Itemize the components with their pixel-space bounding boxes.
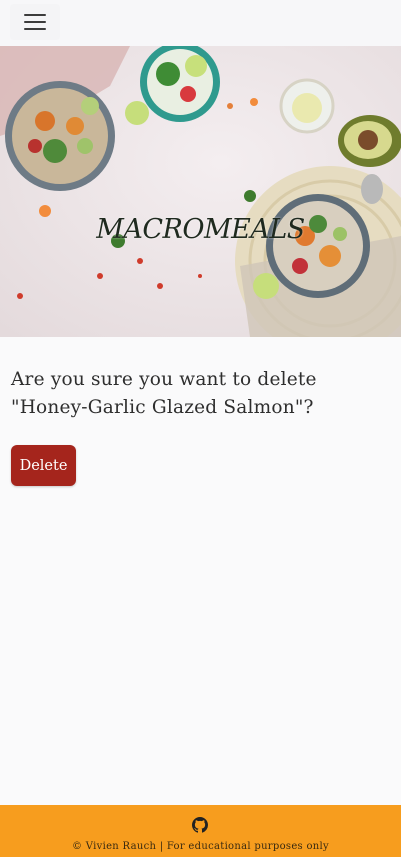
page: MACROMEALS Are you sure you want to dele… [0,0,401,857]
footer-copyright: © Vivien Rauch | For educational purpose… [72,841,329,852]
navbar [0,0,401,46]
delete-confirmation: Are you sure you want to delete "Honey-G… [11,366,391,486]
hamburger-menu-icon[interactable] [10,4,60,40]
hamburger-bar [24,21,46,23]
hamburger-bar [24,14,46,16]
delete-button[interactable]: Delete [11,445,76,486]
github-icon[interactable] [192,817,208,833]
hero-food-image [0,46,401,337]
hero-banner: MACROMEALS [0,46,401,337]
confirmation-message: Are you sure you want to delete "Honey-G… [11,369,317,418]
footer: © Vivien Rauch | For educational purpose… [0,805,401,857]
hamburger-bar [24,28,46,30]
brand-logo-title: MACROMEALS [96,214,305,245]
